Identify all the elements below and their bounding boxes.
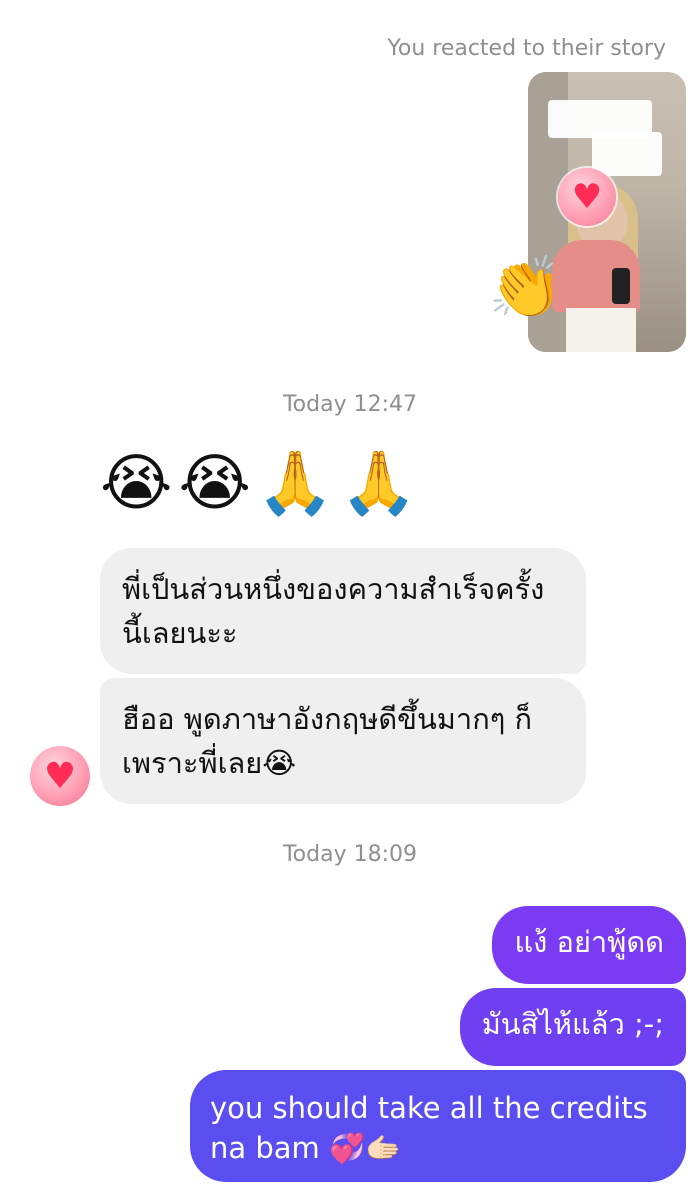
message-text: พี่เป็นส่วนหนึ่งของความสำเร็จครั้งนี้เลย… xyxy=(122,572,545,650)
heart-icon: ♥ xyxy=(558,168,616,226)
avatar[interactable]: ♥ xyxy=(30,746,90,806)
sent-message-bubble[interactable]: มันสิไห้แล้ว ;-; xyxy=(459,988,686,1066)
timestamp-divider: Today 18:09 xyxy=(282,842,418,867)
emoji-message[interactable]: 😭😭🙏🙏 xyxy=(100,452,423,514)
story-reaction-caption: You reacted to their story xyxy=(387,36,666,61)
clapping-hands-icon: 👏 xyxy=(488,253,563,323)
received-message-bubble[interactable]: ฮืออ พูดภาษาอังกฤษดีขึ้นมากๆ ก็เพราะพี่เ… xyxy=(100,678,586,804)
heart-icon: ♥ xyxy=(43,755,77,797)
received-message-bubble[interactable]: พี่เป็นส่วนหนึ่งของความสำเร็จครั้งนี้เลย… xyxy=(100,548,586,674)
sent-message-bubble[interactable]: แง้ อย่าพู้ดด xyxy=(492,906,686,984)
message-text: ฮืออ พูดภาษาอังกฤษดีขึ้นมากๆ ก็เพราะพี่เ… xyxy=(122,702,533,780)
timestamp-divider: Today 12:47 xyxy=(282,392,418,417)
message-text: you should take all the credits na bam 💞… xyxy=(210,1091,648,1165)
sent-message-bubble[interactable]: you should take all the credits na bam 💞… xyxy=(190,1070,686,1182)
message-text: แง้ อย่าพู้ดด xyxy=(514,925,664,959)
message-text: มันสิไห้แล้ว ;-; xyxy=(481,1007,664,1041)
story-reaction-glyph: ♥ xyxy=(571,177,603,217)
